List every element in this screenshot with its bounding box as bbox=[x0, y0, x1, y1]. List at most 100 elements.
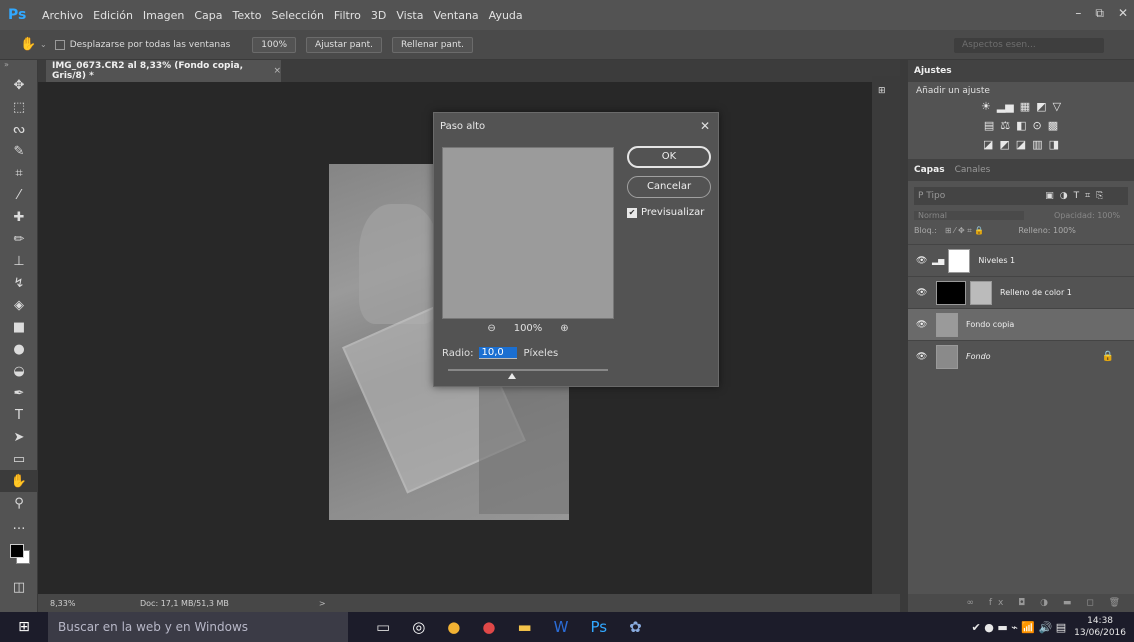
taskbar-search[interactable]: Buscar en la web y en Windows bbox=[48, 612, 348, 642]
type-tool-icon[interactable]: T bbox=[0, 404, 38, 426]
menu-filtro[interactable]: Filtro bbox=[334, 9, 361, 22]
lasso-tool-icon[interactable]: ᔓ bbox=[0, 118, 38, 140]
menu-ventana[interactable]: Ventana bbox=[433, 9, 478, 22]
properties-icon[interactable]: ⊞ bbox=[878, 86, 886, 96]
menu-archivo[interactable]: Archivo bbox=[42, 9, 83, 22]
chevron-down-icon[interactable]: ⌄ bbox=[40, 40, 47, 49]
tray-icons[interactable]: ✔ ● ▬ ⌁ 📶 🔊 ▤ bbox=[972, 621, 1067, 634]
blur-tool-icon[interactable]: ● bbox=[0, 338, 38, 360]
selective-color-icon[interactable]: ◨ bbox=[1049, 138, 1059, 151]
layer-row[interactable]: 👁 ▂▅ Niveles 1 bbox=[908, 244, 1134, 276]
layer-filter-icons[interactable]: ▣◑T⌗⎘ bbox=[1045, 191, 1109, 201]
path-select-tool-icon[interactable]: ➤ bbox=[0, 426, 38, 448]
channel-mixer-icon[interactable]: ▩ bbox=[1048, 119, 1058, 132]
brush-tool-icon[interactable]: ✏ bbox=[0, 228, 38, 250]
photoshop-taskbar-icon[interactable]: Ps bbox=[591, 618, 608, 636]
zoom-tool-icon[interactable]: ⚲ bbox=[0, 492, 38, 514]
history-brush-icon[interactable]: ↯ bbox=[0, 272, 38, 294]
lock-icon[interactable]: 🔒 bbox=[1102, 351, 1114, 362]
filter-preview[interactable] bbox=[442, 147, 614, 319]
layer-name[interactable]: Fondo copia bbox=[966, 320, 1014, 329]
fit-screen-button[interactable]: Ajustar pant. bbox=[306, 36, 383, 53]
hue-saturation-icon[interactable]: ▤ bbox=[984, 119, 994, 132]
document-tab[interactable]: IMG_0673.CR2 al 8,33% (Fondo copia, Gris… bbox=[46, 60, 281, 82]
levels-icon[interactable]: ▂▅ bbox=[997, 100, 1014, 113]
layer-row-selected[interactable]: 👁 Fondo copia bbox=[908, 308, 1134, 340]
pen-tool-icon[interactable]: ✒ bbox=[0, 382, 38, 404]
file-explorer-icon[interactable]: ▬ bbox=[517, 618, 531, 636]
eyedropper-tool-icon[interactable]: ⁄ bbox=[0, 184, 38, 206]
menu-texto[interactable]: Texto bbox=[233, 9, 262, 22]
eye-icon[interactable]: 👁 bbox=[916, 320, 932, 330]
eraser-tool-icon[interactable]: ◈ bbox=[0, 294, 38, 316]
dodge-tool-icon[interactable]: ◒ bbox=[0, 360, 38, 382]
fill-screen-button[interactable]: Rellenar pant. bbox=[392, 36, 474, 53]
zoom-100-button[interactable]: 100% bbox=[252, 36, 297, 53]
layer-row[interactable]: 👁 Fondo 🔒 bbox=[908, 340, 1134, 372]
close-button[interactable]: ✕ bbox=[1118, 6, 1128, 21]
vibrance-icon[interactable]: ▽ bbox=[1053, 100, 1061, 113]
brightness-icon[interactable]: ☀ bbox=[981, 100, 991, 113]
layer-name[interactable]: Niveles 1 bbox=[978, 256, 1015, 265]
black-white-icon[interactable]: ◧ bbox=[1016, 119, 1026, 132]
fill-field[interactable]: Relleno: 100% bbox=[1018, 226, 1076, 236]
eye-icon[interactable]: 👁 bbox=[916, 352, 932, 362]
hand-icon[interactable]: ✋ bbox=[20, 37, 40, 52]
preview-checkbox-row[interactable]: ✔ Previsualizar bbox=[627, 207, 704, 218]
photo-filter-icon[interactable]: ⊙ bbox=[1033, 119, 1042, 132]
chrome-icon[interactable]: ● bbox=[447, 618, 460, 636]
zoom-in-icon[interactable]: ⊕ bbox=[560, 323, 568, 334]
quick-select-tool-icon[interactable]: ✎ bbox=[0, 140, 38, 162]
opacity-field[interactable]: Opacidad: 100% bbox=[1054, 211, 1120, 220]
panel-grip[interactable]: » bbox=[0, 60, 37, 74]
scroll-all-checkbox[interactable] bbox=[54, 39, 65, 50]
lock-icons[interactable]: ⊞ ⁄ ✥ ⌗ 🔒 bbox=[945, 226, 984, 236]
workspace-search[interactable]: Aspectos esen... bbox=[954, 38, 1104, 53]
hand-tool-icon[interactable]: ✋ bbox=[0, 470, 38, 492]
threshold-icon[interactable]: ◪ bbox=[1016, 138, 1026, 151]
minimize-button[interactable]: – bbox=[1075, 6, 1081, 21]
color-balance-icon[interactable]: ⚖ bbox=[1000, 119, 1010, 132]
foreground-color-swatch[interactable] bbox=[10, 544, 24, 558]
more-tools-icon[interactable]: … bbox=[0, 514, 38, 536]
stamp-tool-icon[interactable]: ⊥ bbox=[0, 250, 38, 272]
blend-mode-select[interactable]: Normal bbox=[914, 211, 1024, 220]
cortana-icon[interactable]: ◎ bbox=[412, 618, 425, 636]
windows-icon[interactable]: ⊞ bbox=[0, 619, 48, 635]
menu-3d[interactable]: 3D bbox=[371, 9, 386, 22]
menu-vista[interactable]: Vista bbox=[396, 9, 423, 22]
color-swatches[interactable] bbox=[0, 540, 38, 576]
gradient-map-icon[interactable]: ▥ bbox=[1032, 138, 1042, 151]
word-icon[interactable]: W bbox=[554, 618, 569, 636]
adjustments-tab[interactable]: Ajustes bbox=[908, 60, 1134, 82]
eye-icon[interactable]: 👁 bbox=[916, 288, 932, 298]
layer-name[interactable]: Relleno de color 1 bbox=[1000, 288, 1072, 297]
invert-icon[interactable]: ◪ bbox=[983, 138, 993, 151]
status-menu-arrow[interactable]: > bbox=[319, 599, 326, 608]
quick-mask-icon[interactable]: ◫ bbox=[0, 576, 38, 598]
menu-seleccion[interactable]: Selección bbox=[271, 9, 323, 22]
curves-icon[interactable]: ▦ bbox=[1020, 100, 1030, 113]
app-icon[interactable]: ● bbox=[482, 618, 495, 636]
radius-slider-thumb[interactable] bbox=[508, 373, 516, 379]
radius-slider[interactable] bbox=[448, 369, 608, 371]
layer-name[interactable]: Fondo bbox=[966, 352, 991, 361]
layers-filter-input[interactable]: P Tipo bbox=[918, 191, 945, 201]
menu-edicion[interactable]: Edición bbox=[93, 9, 133, 22]
menu-imagen[interactable]: Imagen bbox=[143, 9, 184, 22]
healing-tool-icon[interactable]: ✚ bbox=[0, 206, 38, 228]
layers-filter[interactable]: P Tipo ▣◑T⌗⎘ bbox=[914, 187, 1128, 205]
zoom-level[interactable]: 8,33% bbox=[50, 599, 110, 608]
paint-icon[interactable]: ✿ bbox=[629, 618, 642, 636]
clock[interactable]: 14:38 13/06/2016 bbox=[1074, 615, 1126, 639]
move-tool-icon[interactable]: ✥ bbox=[0, 74, 38, 96]
tab-channels[interactable]: Canales bbox=[955, 165, 991, 175]
posterize-icon[interactable]: ◩ bbox=[999, 138, 1009, 151]
tab-layers[interactable]: Capas bbox=[914, 165, 945, 175]
layers-footer-icons[interactable]: ∞ fx ◘ ◑ ▬ ◻ 🗑 bbox=[908, 594, 1134, 612]
restore-button[interactable]: ⧉ bbox=[1095, 6, 1104, 21]
menu-ayuda[interactable]: Ayuda bbox=[489, 9, 523, 22]
checkbox-checked-icon[interactable]: ✔ bbox=[627, 207, 637, 218]
gradient-tool-icon[interactable]: ■ bbox=[0, 316, 38, 338]
menu-capa[interactable]: Capa bbox=[194, 9, 222, 22]
